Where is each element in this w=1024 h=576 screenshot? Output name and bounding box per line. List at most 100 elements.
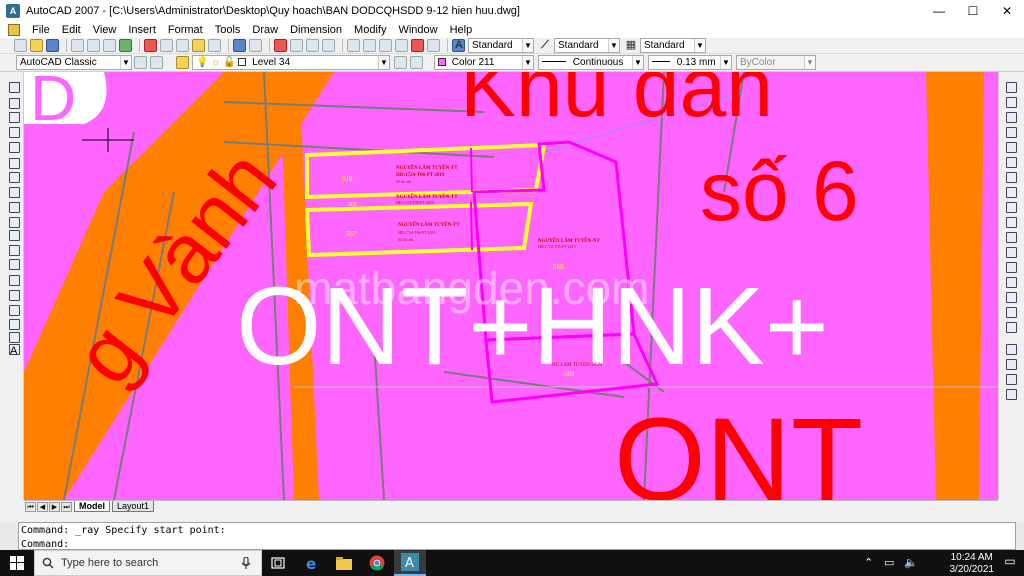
chevron-down-icon[interactable]: ▼ xyxy=(120,56,131,69)
chrome-icon[interactable] xyxy=(361,550,393,576)
redo-icon[interactable] xyxy=(249,39,262,52)
chevron-down-icon[interactable]: ▼ xyxy=(720,56,731,69)
explode-icon[interactable] xyxy=(1006,322,1017,333)
taskbar-clock[interactable]: 10:24 AM 3/20/2021 xyxy=(950,552,995,576)
start-button[interactable] xyxy=(0,550,34,576)
table-icon[interactable] xyxy=(9,332,20,343)
previous-tab-button[interactable]: ◀ xyxy=(37,501,48,512)
publish-icon[interactable] xyxy=(103,39,116,52)
extend-icon[interactable] xyxy=(1006,232,1017,243)
chevron-down-icon[interactable]: ▼ xyxy=(378,56,389,69)
menu-modify[interactable]: Modify xyxy=(348,24,392,36)
draw-order-icon[interactable] xyxy=(1006,344,1017,355)
layer-manager-icon[interactable] xyxy=(176,56,189,69)
menu-tools[interactable]: Tools xyxy=(209,24,247,36)
document-icon[interactable] xyxy=(8,24,20,36)
table-style-icon[interactable]: ▦ xyxy=(624,39,638,52)
make-block-icon[interactable] xyxy=(9,259,20,270)
join-icon[interactable] xyxy=(1006,277,1017,288)
bring-above-icon[interactable] xyxy=(1006,389,1017,400)
plot-preview-icon[interactable] xyxy=(87,39,100,52)
mirror-icon[interactable] xyxy=(1006,112,1017,123)
fillet-icon[interactable] xyxy=(1006,307,1017,318)
polyline-icon[interactable] xyxy=(9,112,20,123)
task-view-icon[interactable] xyxy=(262,550,294,576)
arc-icon[interactable] xyxy=(9,158,20,169)
tab-model[interactable]: Model xyxy=(74,501,110,512)
next-tab-button[interactable]: ▶ xyxy=(49,501,60,512)
microphone-icon[interactable] xyxy=(241,557,251,570)
minimize-button[interactable]: — xyxy=(922,0,956,22)
chevron-down-icon[interactable]: ▼ xyxy=(522,56,533,69)
file-explorer-icon[interactable] xyxy=(328,550,360,576)
menu-format[interactable]: Format xyxy=(162,24,209,36)
command-prompt[interactable]: Command: xyxy=(21,539,69,550)
insert-block-icon[interactable] xyxy=(9,245,20,256)
lineweight-select[interactable]: 0.13 mm ▼ xyxy=(648,55,732,70)
zoom-previous-icon[interactable] xyxy=(322,39,335,52)
command-scrollbar[interactable] xyxy=(1016,522,1024,550)
autocad-app-icon[interactable]: A xyxy=(6,4,20,18)
text-style-select[interactable]: Standard ▼ xyxy=(468,38,534,53)
taskbar-search-box[interactable]: Type here to search xyxy=(34,550,262,576)
trim-icon[interactable] xyxy=(1006,217,1017,228)
ellipse-arc-icon[interactable] xyxy=(9,230,20,241)
tab-layout1[interactable]: Layout1 xyxy=(112,501,155,512)
circle-icon[interactable] xyxy=(9,172,20,183)
menu-draw[interactable]: Draw xyxy=(246,24,284,36)
zoom-realtime-icon[interactable] xyxy=(290,39,303,52)
menu-window[interactable]: Window xyxy=(392,24,443,36)
revision-cloud-icon[interactable] xyxy=(9,187,20,198)
network-icon[interactable]: ▭ xyxy=(884,556,894,569)
quickcalc-icon[interactable] xyxy=(427,39,440,52)
stretch-icon[interactable] xyxy=(1006,202,1017,213)
move-icon[interactable] xyxy=(1006,157,1017,168)
break-icon[interactable] xyxy=(1006,262,1017,273)
rectangle-icon[interactable] xyxy=(9,142,20,153)
save-icon[interactable] xyxy=(46,39,59,52)
ellipse-icon[interactable] xyxy=(9,217,20,228)
menu-insert[interactable]: Insert xyxy=(122,24,162,36)
line-icon[interactable] xyxy=(9,82,20,93)
layer-previous-icon[interactable] xyxy=(410,56,423,69)
close-button[interactable]: ✕ xyxy=(990,0,1024,22)
first-tab-button[interactable]: ⏮ xyxy=(25,501,36,512)
drawing-svg[interactable]: Khu dân số 6 ONT g Vành D ONT+HNK+ matba… xyxy=(24,72,998,500)
volume-icon[interactable]: 🔈 xyxy=(904,556,918,569)
pan-icon[interactable] xyxy=(274,39,287,52)
point-icon[interactable] xyxy=(9,275,20,286)
gradient-icon[interactable] xyxy=(9,305,20,316)
chevron-down-icon[interactable]: ▼ xyxy=(694,39,705,52)
chevron-down-icon[interactable]: ▼ xyxy=(522,39,533,52)
table-style-select[interactable]: Standard ▼ xyxy=(640,38,706,53)
new-icon[interactable] xyxy=(14,39,27,52)
text-style-icon[interactable]: A xyxy=(452,39,466,52)
last-tab-button[interactable]: ⏭ xyxy=(61,501,72,512)
layer-select[interactable]: 💡 ☼ 🔓 Level 34 ▼ xyxy=(192,55,390,70)
menu-help[interactable]: Help xyxy=(444,24,479,36)
notification-icon[interactable]: ▭ xyxy=(1002,554,1018,570)
array-icon[interactable] xyxy=(1006,142,1017,153)
menu-view[interactable]: View xyxy=(87,24,123,36)
polygon-icon[interactable] xyxy=(9,127,20,138)
drawing-canvas[interactable]: Khu dân số 6 ONT g Vành D ONT+HNK+ matba… xyxy=(24,72,998,500)
sheet-set-icon[interactable] xyxy=(395,39,408,52)
edge-browser-icon[interactable]: e xyxy=(296,550,328,576)
chevron-down-icon[interactable]: ▼ xyxy=(632,56,643,69)
spline-icon[interactable] xyxy=(9,202,20,213)
rotate-icon[interactable] xyxy=(1006,172,1017,183)
break-at-point-icon[interactable] xyxy=(1006,247,1017,258)
block-editor-icon[interactable] xyxy=(208,39,221,52)
menu-file[interactable]: File xyxy=(26,24,56,36)
zoom-window-icon[interactable] xyxy=(306,39,319,52)
autocad-taskbar-icon[interactable]: A xyxy=(394,550,426,576)
offset-icon[interactable] xyxy=(1006,127,1017,138)
cut-icon[interactable] xyxy=(144,39,157,52)
bring-to-front-icon[interactable] xyxy=(1006,359,1017,370)
open-icon[interactable] xyxy=(30,39,43,52)
paste-icon[interactable] xyxy=(176,39,189,52)
maximize-button[interactable]: ☐ xyxy=(956,0,990,22)
dim-style-select[interactable]: Standard ▼ xyxy=(554,38,620,53)
undo-icon[interactable] xyxy=(233,39,246,52)
send-to-back-icon[interactable] xyxy=(1006,374,1017,385)
